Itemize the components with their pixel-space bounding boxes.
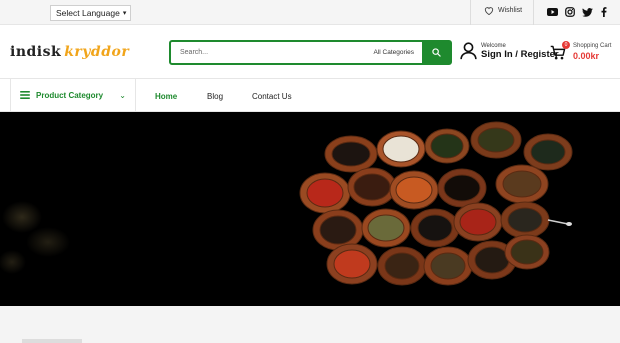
youtube-icon[interactable] [546,6,558,18]
signin-register-link[interactable]: Sign In / Register [481,49,559,60]
facebook-icon[interactable] [598,6,610,18]
search-button[interactable] [422,42,450,63]
search-bar: Search... All Categories [169,40,452,65]
nav-home[interactable]: Home [155,92,177,101]
divider [470,0,471,25]
nav-contact-us[interactable]: Contact Us [252,92,292,101]
search-input[interactable]: Search... [171,42,374,63]
twitter-icon[interactable] [581,6,593,18]
logo-text-primary: indisk [10,44,62,60]
section-heading-peek [22,339,82,343]
cart-total: 0.00kr [573,51,600,61]
chevron-down-icon: ▾ [122,10,127,17]
language-select-label: Select Language [56,8,120,18]
logo-text-secondary: kryddor [64,44,130,60]
wishlist-label: Wishlist [498,7,523,14]
hero-banner [0,112,620,306]
divider [533,0,534,25]
site-logo[interactable]: indisk kryddor [10,44,129,60]
search-icon [431,48,441,57]
heart-icon [484,7,494,15]
product-category-dropdown[interactable]: Product Category ⌄ [10,79,136,111]
cart-label: Shopping Cart [573,43,612,49]
nav-blog[interactable]: Blog [207,92,223,101]
product-category-label: Product Category [36,90,104,100]
content-section [0,306,620,343]
wishlist-link[interactable]: Wishlist [484,6,522,15]
search-category-select[interactable]: All Categories [374,42,422,63]
spice-bags-image [0,121,573,286]
top-bar: Select Language ▾ Wishlist [0,0,620,25]
account-link[interactable]: Welcome Sign In / Register [460,42,559,60]
language-select[interactable]: Select Language ▾ [50,5,132,21]
shopping-cart[interactable]: 0 Shopping Cart 0.00kr [550,41,620,63]
chevron-down-icon: ⌄ [119,90,126,100]
instagram-icon[interactable] [564,6,576,18]
user-icon [460,42,477,60]
menu-icon [20,91,30,99]
cart-count-badge: 0 [562,41,570,49]
